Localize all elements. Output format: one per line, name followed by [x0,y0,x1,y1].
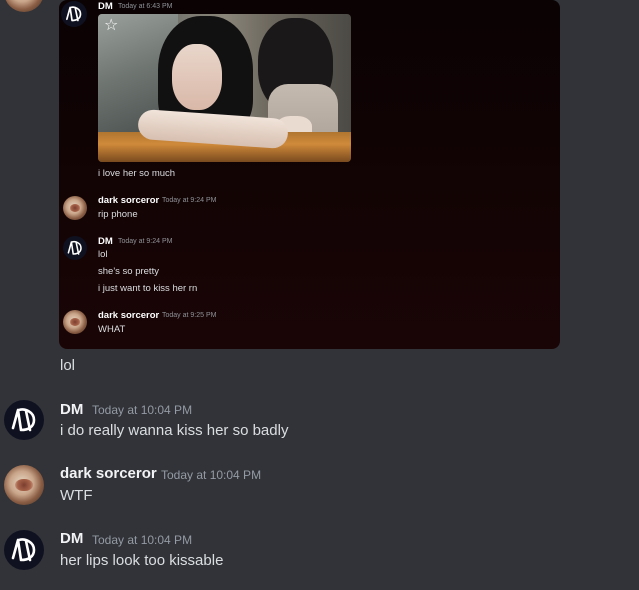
message-author[interactable]: DM [60,530,83,547]
message-text: lol [60,357,76,374]
message-text: WTF [60,487,93,504]
dm-logo-icon [63,236,87,260]
message-text: WHAT [98,324,126,335]
message-timestamp: Today at 9:24 PM [118,238,173,245]
user-avatar[interactable] [4,0,44,12]
donut-avatar[interactable] [4,465,44,505]
dm-logo-icon[interactable] [4,400,44,440]
message-timestamp: Today at 9:24 PM [162,197,217,204]
dm-logo-icon[interactable] [4,530,44,570]
message-author[interactable]: dark sorceror [98,195,159,206]
message-author[interactable]: DM [98,236,113,247]
chat-view: DM Today at 6:43 PM ☆ i love her so much… [0,0,639,590]
message-author[interactable]: dark sorceror [98,310,159,321]
message-text: i love her so much [98,168,176,179]
message-text: her lips look too kissable [60,552,224,569]
donut-avatar [63,196,87,220]
message-text: i do really wanna kiss her so badly [60,422,289,439]
message-timestamp: Today at 10:04 PM [92,403,193,417]
message-author[interactable]: dark sorceror [60,465,157,482]
photo-attachment[interactable]: ☆ [98,14,351,162]
attached-screenshot[interactable]: DM Today at 6:43 PM ☆ i love her so much… [59,0,560,349]
message-author[interactable]: DM [98,1,113,12]
person-face [172,44,222,110]
message-text: i just want to kiss her rn [98,283,198,294]
message-timestamp: Today at 10:04 PM [92,533,193,547]
message-timestamp: Today at 10:04 PM [161,468,262,482]
message-text: lol [98,249,108,260]
message-author[interactable]: DM [60,401,83,418]
message-text: rip phone [98,209,138,220]
star-icon[interactable]: ☆ [104,17,118,33]
donut-avatar [63,310,87,334]
message-timestamp: Today at 6:43 PM [118,3,173,10]
dm-logo-icon [61,1,87,27]
message-timestamp: Today at 9:25 PM [162,312,217,319]
message-text: she's so pretty [98,266,159,277]
